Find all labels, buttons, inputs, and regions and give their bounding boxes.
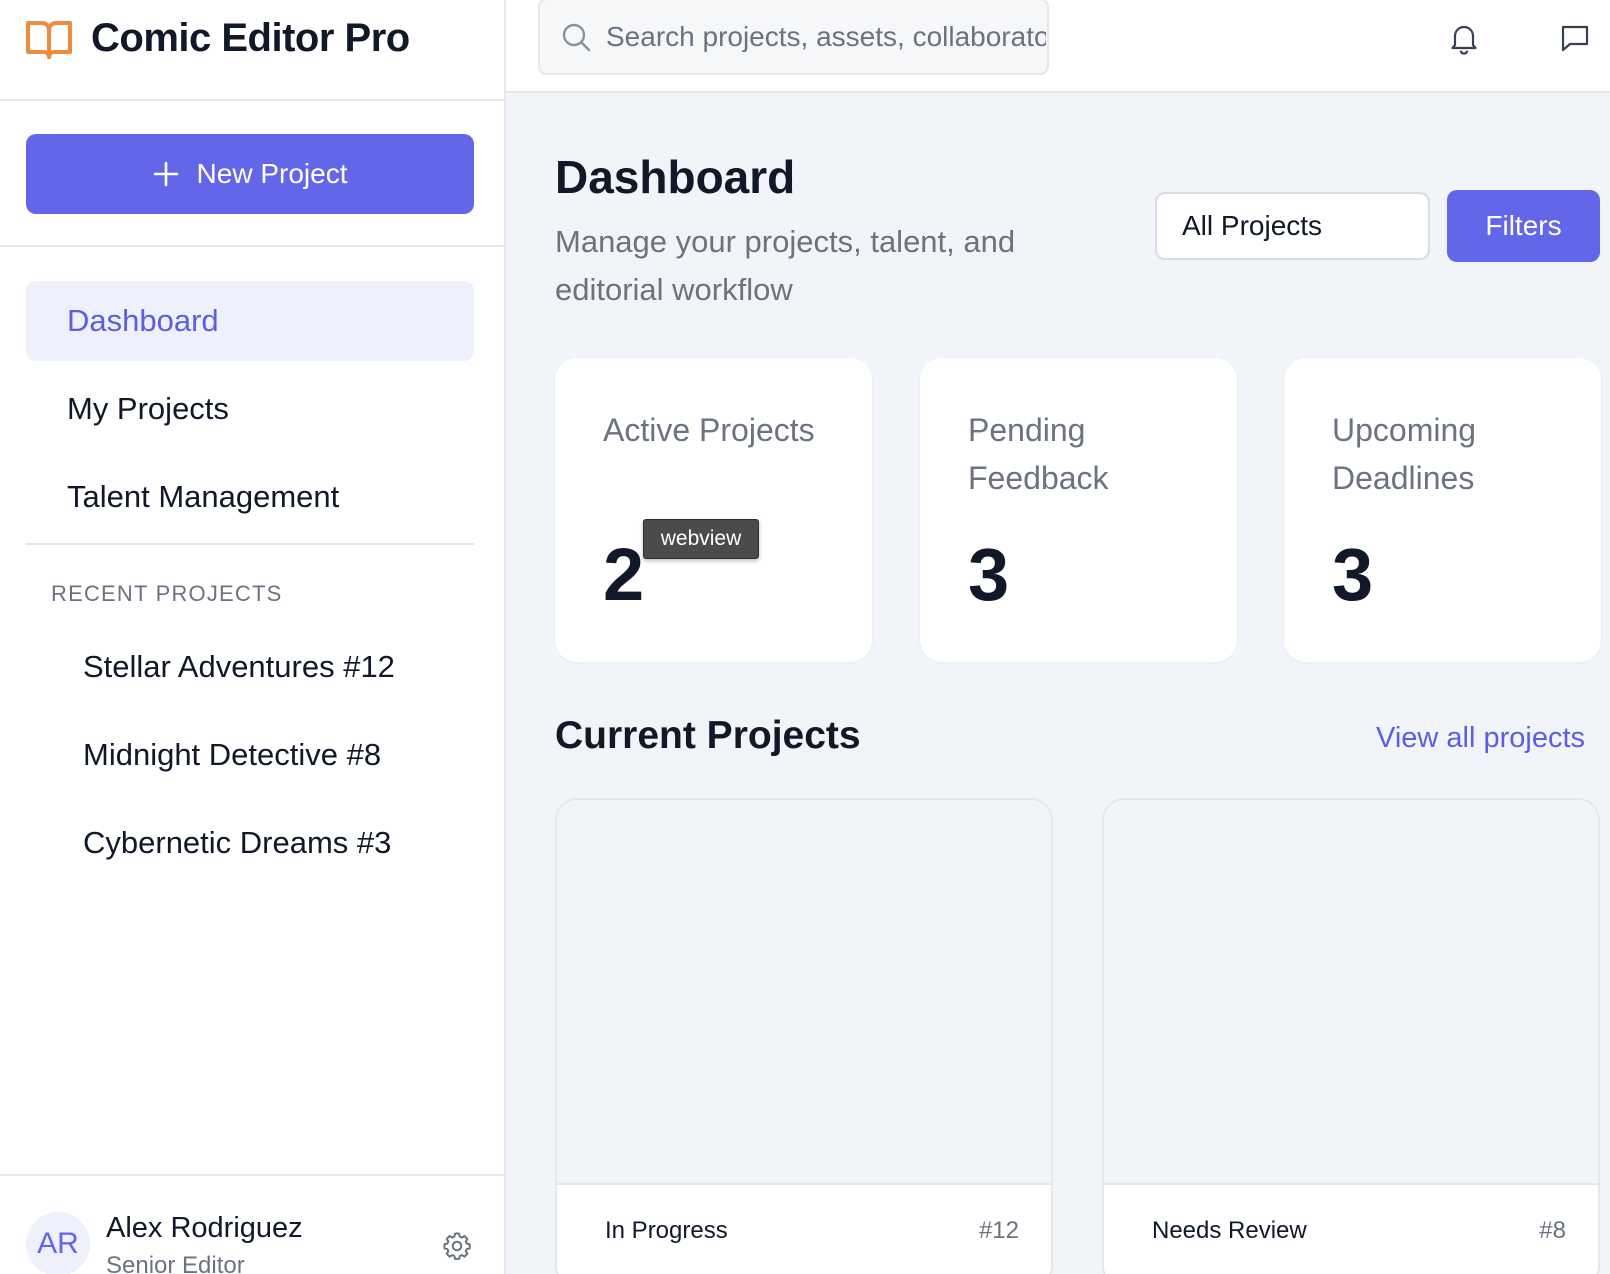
search-icon	[562, 23, 591, 51]
brand-header: Comic Editor Pro	[0, 0, 506, 101]
recent-project-item[interactable]: Cybernetic Dreams #3	[83, 825, 391, 861]
recent-project-item[interactable]: Stellar Adventures #12	[83, 649, 395, 685]
page-title: Dashboard	[555, 151, 796, 203]
stat-label: Upcoming Deadlines	[1332, 412, 1477, 496]
stat-value: 2	[603, 533, 645, 616]
current-projects-heading: Current Projects	[555, 714, 861, 757]
sidebar: Comic Editor Pro New Project Dashboard M…	[0, 0, 506, 1274]
sidebar-item-label: My Projects	[67, 391, 229, 426]
avatar[interactable]: AR	[26, 1212, 90, 1274]
webview-tooltip: webview	[643, 519, 759, 559]
page-subtitle: Manage your projects, talent, and editor…	[555, 224, 1016, 307]
stat-value: 3	[1332, 533, 1374, 616]
plus-icon	[153, 161, 178, 187]
project-issue-number: #12	[978, 1217, 1019, 1244]
stat-card-pending-feedback: Pending Feedback 3	[920, 358, 1237, 662]
message-icon[interactable]	[1557, 20, 1593, 56]
user-profile-bar: AR Alex Rodriguez Senior Editor	[0, 1174, 506, 1274]
user-role: Senior Editor	[106, 1252, 245, 1274]
project-thumbnail	[557, 800, 1051, 1185]
stat-card-active-projects: Active Projects 2	[555, 358, 872, 662]
new-project-label: New Project	[196, 158, 348, 189]
sidebar-item-dashboard[interactable]: Dashboard	[26, 281, 474, 361]
book-logo-icon	[26, 21, 72, 59]
project-card[interactable]: Needs Review #8	[1102, 798, 1600, 1274]
project-status: In Progress	[605, 1217, 728, 1244]
recent-project-item[interactable]: Midnight Detective #8	[83, 737, 381, 773]
search-box[interactable]	[538, 0, 1049, 75]
recent-projects-heading: RECENT PROJECTS	[51, 581, 283, 606]
project-issue-number: #8	[1539, 1217, 1566, 1244]
sidebar-item-label: Talent Management	[67, 479, 340, 514]
sidebar-item-label: Dashboard	[67, 303, 219, 338]
new-project-button[interactable]: New Project	[26, 134, 474, 214]
project-status: Needs Review	[1152, 1217, 1307, 1244]
project-card[interactable]: In Progress #12	[555, 798, 1053, 1274]
project-thumbnail	[1104, 800, 1598, 1185]
divider	[26, 543, 474, 545]
sidebar-item-talent-management[interactable]: Talent Management	[26, 457, 474, 537]
bell-icon[interactable]	[1446, 20, 1482, 56]
search-input[interactable]	[606, 20, 1046, 53]
stat-label: Active Projects	[603, 412, 815, 448]
top-bar	[506, 0, 1610, 93]
view-all-projects-link[interactable]: View all projects	[1376, 722, 1585, 755]
app-title: Comic Editor Pro	[91, 16, 410, 60]
stat-label: Pending Feedback	[968, 412, 1109, 496]
stat-card-upcoming-deadlines: Upcoming Deadlines 3	[1284, 358, 1601, 662]
divider	[0, 245, 506, 247]
project-filter-select[interactable]: All Projects	[1155, 192, 1430, 260]
stat-value: 3	[968, 533, 1010, 616]
sidebar-item-my-projects[interactable]: My Projects	[26, 369, 474, 449]
user-name: Alex Rodriguez	[106, 1212, 303, 1244]
gear-icon[interactable]	[441, 1230, 473, 1262]
filters-button[interactable]: Filters	[1447, 190, 1600, 262]
